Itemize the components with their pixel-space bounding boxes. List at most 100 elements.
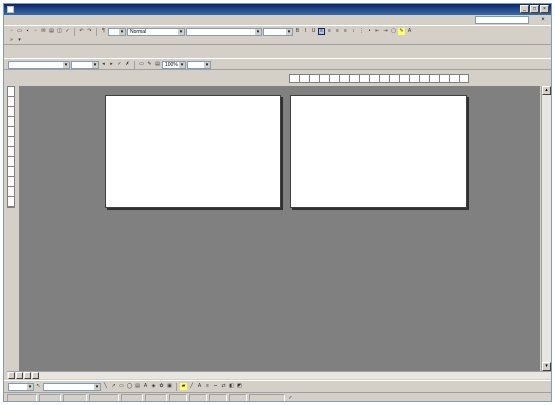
diagram-icon[interactable]: ◈: [150, 383, 157, 390]
print-icon[interactable]: ▤: [48, 28, 55, 35]
text-box-icon[interactable]: ▤: [134, 383, 141, 390]
highlight-icon[interactable]: ✎: [398, 28, 405, 35]
italic-icon[interactable]: I: [302, 28, 309, 35]
menu-item-5[interactable]: [118, 17, 138, 23]
print-preview-icon[interactable]: ◫: [56, 28, 63, 35]
bold-icon[interactable]: B: [294, 28, 301, 35]
horizontal-scrollbar[interactable]: [7, 371, 551, 379]
menu-item-9[interactable]: [226, 17, 246, 23]
rectangle-icon[interactable]: ▭: [118, 383, 125, 390]
new-document-icon[interactable]: ▫: [8, 28, 15, 35]
oval-icon[interactable]: ◯: [126, 383, 133, 390]
menu-item-6[interactable]: [145, 17, 165, 23]
document-page-1[interactable]: [105, 95, 281, 208]
increase-indent-icon[interactable]: ⇥: [382, 28, 389, 35]
style-select[interactable]: Normal: [127, 27, 185, 36]
justify-icon[interactable]: ≡: [342, 28, 349, 35]
vertical-scrollbar[interactable]: ▴ ▾: [541, 86, 551, 371]
numbering-icon[interactable]: ⋮: [358, 28, 365, 35]
status-rec[interactable]: [169, 394, 187, 401]
font-color-draw-icon[interactable]: A: [196, 383, 203, 390]
reviewing-pane-icon[interactable]: ▤: [154, 61, 161, 68]
scroll-up-icon[interactable]: ▴: [542, 86, 551, 95]
toolbar-options-icon[interactable]: »: [8, 37, 15, 44]
shadow-icon[interactable]: ◧: [228, 383, 235, 390]
autoshapes-menu[interactable]: [43, 382, 101, 391]
formatting-marks-icon[interactable]: ¶: [100, 28, 107, 35]
bullets-icon[interactable]: •: [366, 28, 373, 35]
select-objects-icon[interactable]: ↖: [35, 383, 42, 390]
save-icon[interactable]: ▪: [24, 28, 31, 35]
spelling-status-icon[interactable]: ✓: [287, 395, 294, 402]
toolbar-separator: [176, 382, 177, 391]
arrow-style-icon[interactable]: ⇄: [220, 383, 227, 390]
spelling-icon[interactable]: ✓: [64, 28, 71, 35]
view-mode-select[interactable]: [71, 60, 99, 69]
align-right-icon[interactable]: ≡: [334, 28, 341, 35]
draw-menu[interactable]: [8, 382, 34, 391]
style-combo-icon[interactable]: [108, 27, 126, 36]
document-page-2[interactable]: [290, 95, 467, 208]
redo-icon[interactable]: ↷: [86, 28, 93, 35]
dash-style-icon[interactable]: ┅: [212, 383, 219, 390]
underline-icon[interactable]: U: [310, 28, 317, 35]
word-app-icon[interactable]: [7, 6, 14, 13]
maximize-icon[interactable]: □: [530, 5, 539, 13]
horizontal-ruler[interactable]: [289, 74, 469, 83]
arrow-icon[interactable]: ↗: [110, 383, 117, 390]
comment-icon[interactable]: ▭: [138, 61, 145, 68]
outline-view-icon[interactable]: [32, 372, 39, 379]
border-icon[interactable]: ▢: [390, 28, 397, 35]
zoom-select[interactable]: 100%: [162, 60, 186, 69]
normal-view-icon[interactable]: [8, 372, 15, 379]
style-pane-select[interactable]: [8, 60, 70, 69]
menu-item-1[interactable]: [10, 17, 30, 23]
help-search-input[interactable]: [475, 16, 529, 24]
document-workspace[interactable]: [19, 86, 540, 371]
line-icon[interactable]: ╲: [102, 383, 109, 390]
view-select[interactable]: [187, 60, 211, 69]
print-layout-view-icon[interactable]: [24, 372, 31, 379]
menu-item-2[interactable]: [37, 17, 57, 23]
font-size-select[interactable]: [263, 27, 293, 36]
decrease-indent-icon[interactable]: ⇤: [374, 28, 381, 35]
window-controls: _ □ ×: [520, 5, 549, 13]
previous-icon[interactable]: ◂: [100, 61, 107, 68]
permission-icon[interactable]: ▫: [32, 28, 39, 35]
clip-art-icon[interactable]: ✿: [158, 383, 165, 390]
open-folder-icon[interactable]: ▭: [16, 28, 23, 35]
status-trk[interactable]: [189, 394, 207, 401]
3d-icon[interactable]: ◩: [236, 383, 243, 390]
picture-icon[interactable]: ▣: [166, 383, 173, 390]
align-left-icon[interactable]: ≡: [318, 28, 325, 35]
font-color-icon[interactable]: A: [406, 28, 413, 35]
menu-item-3[interactable]: [64, 17, 84, 23]
next-icon[interactable]: ▸: [108, 61, 115, 68]
menu-item-10[interactable]: [253, 17, 273, 23]
document-close-icon[interactable]: ×: [539, 16, 547, 24]
reject-icon[interactable]: ✗: [124, 61, 131, 68]
track-changes-icon[interactable]: ✎: [146, 61, 153, 68]
menu-item-7[interactable]: [172, 17, 192, 23]
toolbar-row-1: ▫ ▭ ▪ ▫ ✉ ▤ ◫ ✓ ↶ ↷ ¶ Normal B I U ≡ ≡ ≡…: [8, 27, 413, 36]
line-style-icon[interactable]: ≡: [204, 383, 211, 390]
line-spacing-icon[interactable]: ↕: [350, 28, 357, 35]
vertical-ruler[interactable]: [7, 86, 15, 208]
undo-icon[interactable]: ↶: [78, 28, 85, 35]
accept-icon[interactable]: ✓: [116, 61, 123, 68]
web-layout-view-icon[interactable]: [16, 372, 23, 379]
email-icon[interactable]: ✉: [40, 28, 47, 35]
status-ovr[interactable]: [229, 394, 247, 401]
align-center-icon[interactable]: ≡: [326, 28, 333, 35]
line-color-icon[interactable]: ╱: [188, 383, 195, 390]
status-ext[interactable]: [209, 394, 227, 401]
wordart-icon[interactable]: A: [142, 383, 149, 390]
scroll-down-icon[interactable]: ▾: [542, 362, 551, 371]
minimize-icon[interactable]: _: [520, 5, 529, 13]
toolbar-more-icon[interactable]: ▾: [16, 37, 23, 44]
fill-color-icon[interactable]: ▰: [180, 383, 187, 390]
menu-item-4[interactable]: [91, 17, 111, 23]
menu-item-8[interactable]: [199, 17, 219, 23]
font-select[interactable]: [186, 27, 262, 36]
close-icon[interactable]: ×: [540, 5, 549, 13]
